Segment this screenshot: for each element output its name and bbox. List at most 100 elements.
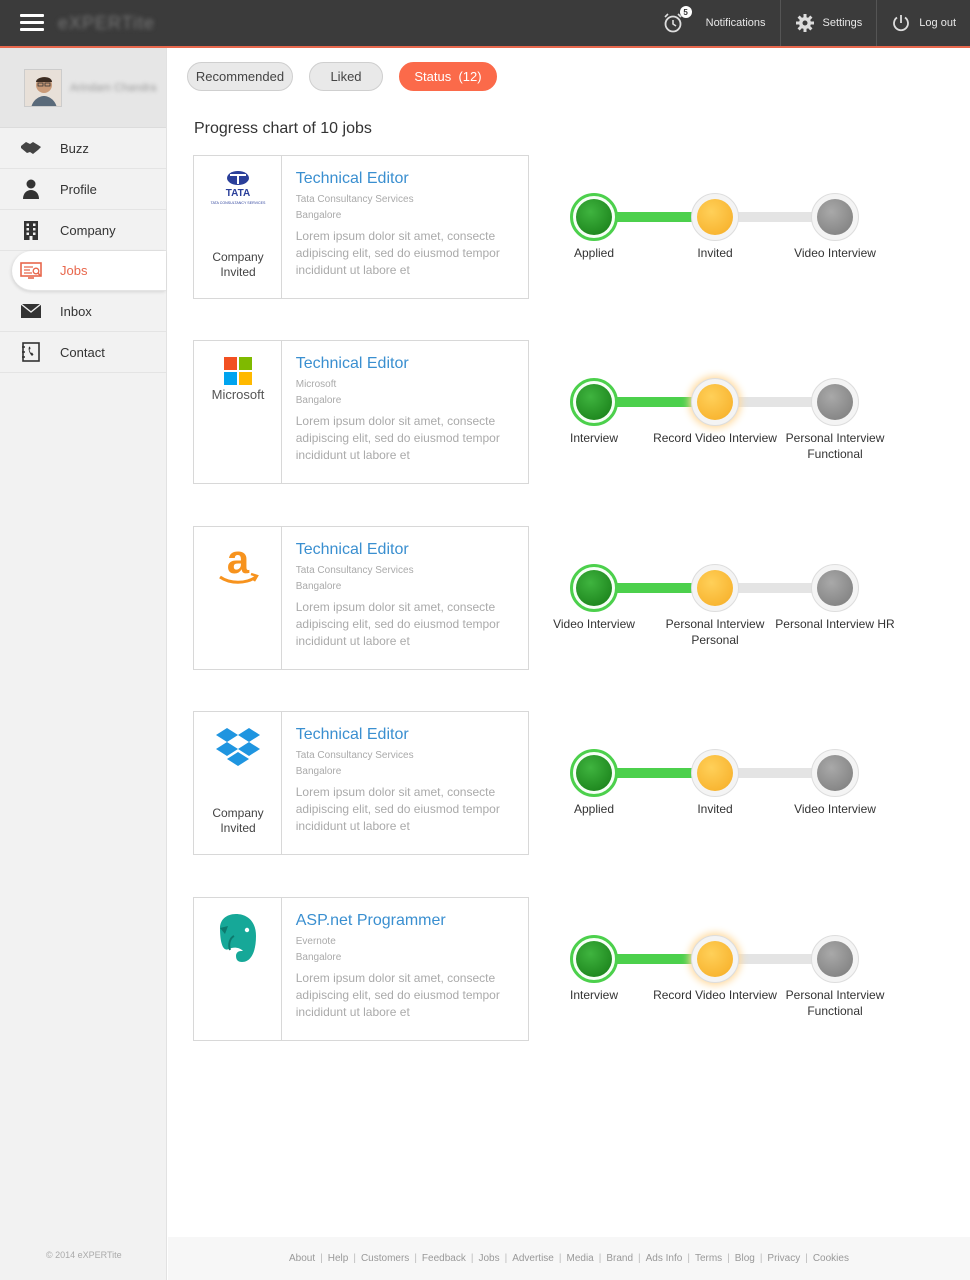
stage-label: Personal Interview Personal [665, 617, 765, 647]
stage-label: Record Video Interview [653, 431, 777, 445]
job-card[interactable]: a Technical Editor Tata Consultancy Serv… [193, 526, 529, 670]
job-title-link[interactable]: Technical Editor [296, 170, 528, 188]
job-row: a Technical Editor Tata Consultancy Serv… [193, 526, 913, 670]
job-card[interactable]: TATA TATA CONSULTANCY SERVICES Company Inv… [193, 155, 529, 299]
notification-badge: 5 [679, 6, 692, 18]
job-description: Lorem ipsum dolor sit amet, consecte adi… [295, 971, 500, 1019]
job-card[interactable]: ASP.net Programmer Evernote Bangalore Lo… [193, 897, 529, 1041]
alarm-clock-icon: 5 [662, 6, 692, 34]
stage-dot [576, 941, 612, 977]
footer-link-jobs[interactable]: Jobs [478, 1253, 499, 1264]
stage-node-yellow[interactable] [691, 378, 739, 426]
job-title-link[interactable]: ASP.net Programmer [296, 912, 528, 930]
job-info: Technical Editor Microsoft Bangalore Lor… [282, 341, 528, 483]
evernote-logo[interactable] [194, 912, 282, 970]
footer-separator: | [558, 1253, 562, 1264]
filter-tabs: Recommended Liked Status (12) [187, 62, 513, 91]
stage-label: Applied [573, 802, 615, 816]
dropbox-logo[interactable] [194, 726, 282, 772]
sidebar-item-company[interactable]: Company [0, 210, 166, 251]
footer-separator: | [320, 1253, 323, 1264]
page-title: Progress chart of 10 jobs [194, 120, 372, 137]
logout-button[interactable]: Log out [876, 0, 970, 46]
sidebar-item-label: Inbox [60, 303, 92, 319]
footer-link-help[interactable]: Help [328, 1253, 349, 1264]
job-description: Lorem ipsum dolor sit amet, consecte adi… [295, 229, 500, 277]
user-name: Arindam Chandra [70, 81, 157, 94]
footer-separator: | [353, 1253, 356, 1264]
footer-link-feedback[interactable]: Feedback [422, 1253, 466, 1264]
company-logo-cell: Company Invited [194, 712, 282, 854]
company-name: Tata Consultancy Services [295, 194, 414, 205]
settings-button[interactable]: Settings [779, 0, 877, 46]
stage-dot [697, 199, 733, 235]
menu-icon[interactable] [20, 14, 44, 32]
company-logo-cell [194, 898, 282, 1040]
stage-node-green[interactable] [570, 564, 618, 612]
svg-text:TATA: TATA [226, 188, 250, 199]
footer-link-blog[interactable]: Blog [735, 1253, 755, 1264]
avatar[interactable] [24, 68, 62, 107]
microsoft-logo[interactable]: Microsoft [194, 355, 282, 401]
stage-node-gray[interactable] [811, 193, 859, 241]
stage-label: Personal Interview Functional [785, 988, 885, 1018]
brand-logo[interactable]: eXPERTite [58, 13, 155, 34]
job-title-link[interactable]: Technical Editor [296, 726, 528, 744]
tab-status[interactable]: Status (12) [399, 62, 497, 91]
footer-link-brand[interactable]: Brand [606, 1253, 633, 1264]
job-title-link[interactable]: Technical Editor [296, 355, 528, 373]
person-icon [20, 179, 42, 199]
job-description: Lorem ipsum dolor sit amet, consecte adi… [295, 600, 500, 648]
job-description: Lorem ipsum dolor sit amet, consecte adi… [295, 785, 500, 833]
notifications-button[interactable]: 5 Notifications [648, 0, 780, 46]
job-row: ASP.net Programmer Evernote Bangalore Lo… [193, 897, 913, 1041]
stage-node-green[interactable] [570, 378, 618, 426]
tata-logo[interactable]: TATA TATA CONSULTANCY SERVICES [194, 170, 282, 206]
footer-separator: | [759, 1253, 763, 1264]
footer-link-cookies[interactable]: Cookies [813, 1253, 849, 1264]
tab-liked[interactable]: Liked [309, 62, 383, 91]
footer-link-ads-info[interactable]: Ads Info [646, 1253, 683, 1264]
tab-recommended[interactable]: Recommended [187, 62, 293, 91]
job-location: Bangalore [295, 395, 342, 406]
stage-node-yellow[interactable] [691, 564, 739, 612]
stage-node-green[interactable] [570, 193, 618, 241]
stage-node-gray[interactable] [811, 378, 859, 426]
notifications-label: Notifications [705, 17, 766, 29]
stage-dot [697, 570, 733, 606]
job-title-link[interactable]: Technical Editor [296, 541, 528, 559]
amazon-logo[interactable]: a [194, 541, 282, 591]
job-info: Technical Editor Tata Consultancy Servic… [282, 527, 528, 669]
stage-node-green[interactable] [570, 935, 618, 983]
sidebar-item-label: Contact [60, 344, 105, 360]
svg-text:TATA CONSULTANCY SERVICES: TATA CONSULTANCY SERVICES [211, 201, 266, 205]
sidebar-item-inbox[interactable]: Inbox [0, 291, 166, 332]
progress-tracker: Interview Record Video Interview Personal … [543, 897, 913, 1041]
stage-node-yellow[interactable] [691, 193, 739, 241]
sidebar-item-contact[interactable]: Contact [0, 332, 166, 373]
job-card[interactable]: Company Invited Technical Editor Tata Con… [193, 711, 529, 855]
footer-link-terms[interactable]: Terms [695, 1253, 722, 1264]
stage-node-gray[interactable] [811, 935, 859, 983]
stage-node-green[interactable] [570, 749, 618, 797]
footer-link-privacy[interactable]: Privacy [767, 1253, 800, 1264]
stage-dot [576, 199, 612, 235]
stage-node-gray[interactable] [811, 749, 859, 797]
sidebar-item-label: Profile [60, 181, 97, 197]
sidebar-item-profile[interactable]: Profile [0, 169, 166, 210]
stage-node-yellow[interactable] [691, 935, 739, 983]
footer-link-about[interactable]: About [289, 1253, 315, 1264]
footer-link-customers[interactable]: Customers [361, 1253, 409, 1264]
sidebar-item-buzz[interactable]: Buzz [0, 128, 166, 169]
job-card[interactable]: Microsoft Technical Editor Microsoft Ban… [193, 340, 529, 484]
stage-dot [576, 570, 612, 606]
stage-node-gray[interactable] [811, 564, 859, 612]
sidebar-item-jobs[interactable]: Jobs [12, 251, 166, 291]
stage-label: Video Interview [794, 802, 876, 816]
user-box[interactable]: Arindam Chandra [0, 48, 166, 128]
copyright: © 2014 eXPERTite [46, 1250, 122, 1260]
job-row: Microsoft Technical Editor Microsoft Ban… [193, 340, 913, 484]
footer-link-media[interactable]: Media [566, 1253, 593, 1264]
footer-link-advertise[interactable]: Advertise [512, 1253, 554, 1264]
stage-node-yellow[interactable] [691, 749, 739, 797]
